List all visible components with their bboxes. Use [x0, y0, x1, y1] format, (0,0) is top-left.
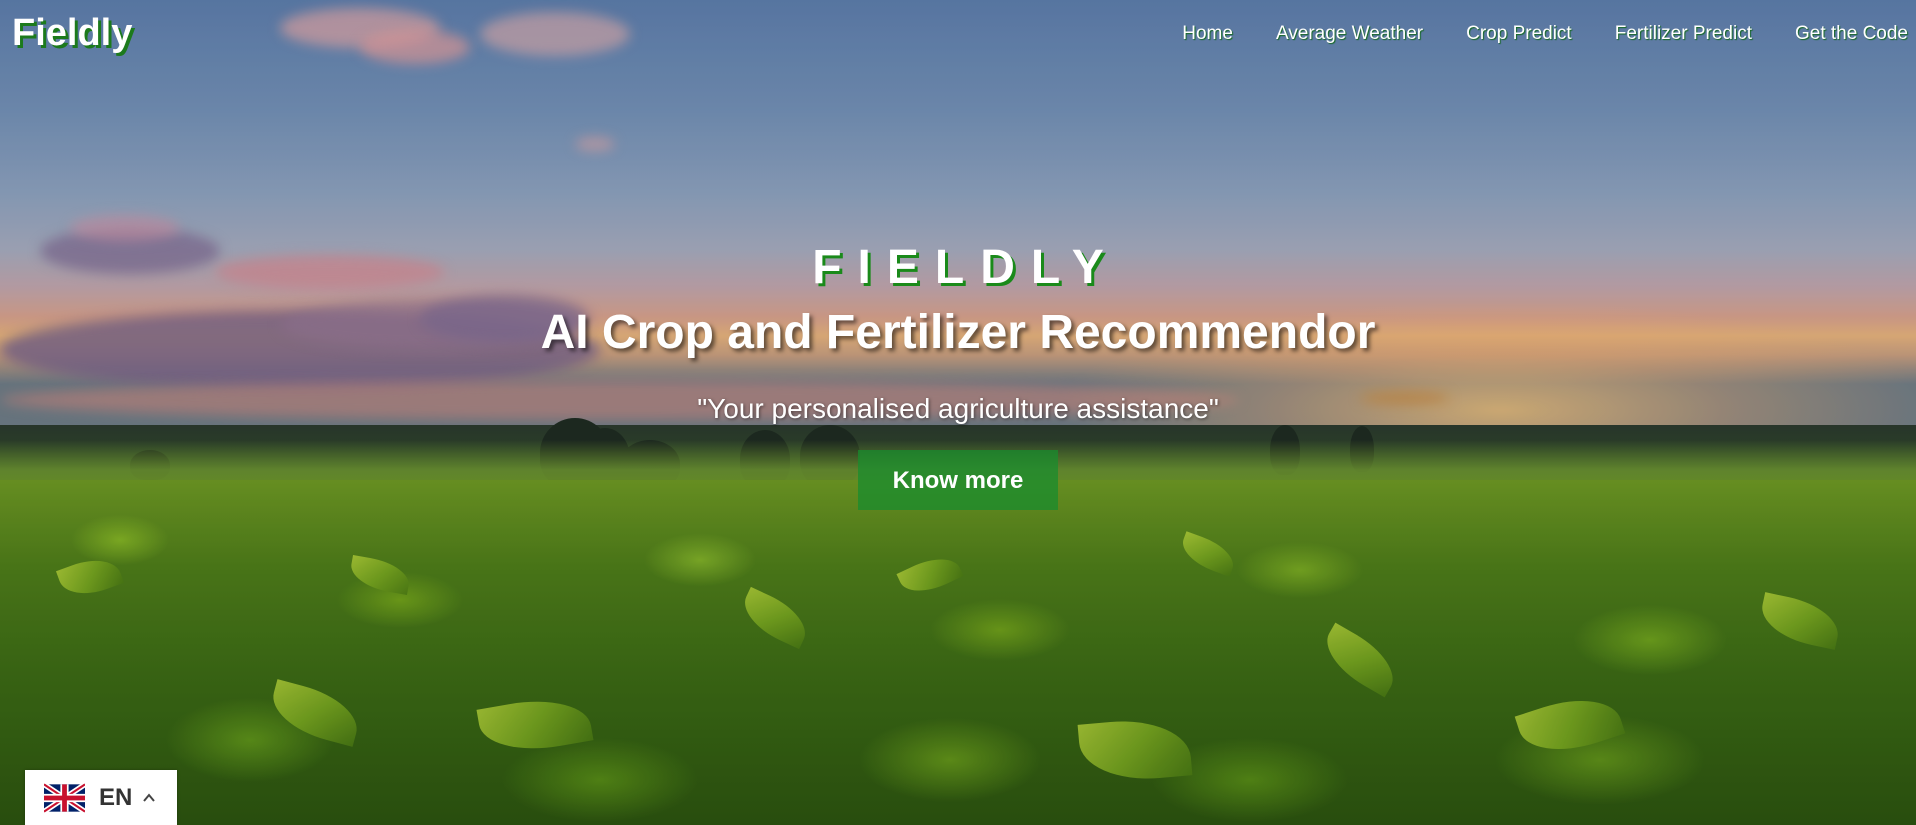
- hero-subtitle: "Your personalised agriculture assistanc…: [697, 393, 1219, 424]
- nav-link-average-weather[interactable]: Average Weather: [1276, 23, 1423, 45]
- uk-flag-icon: [44, 782, 85, 813]
- nav-link-home[interactable]: Home: [1182, 23, 1233, 45]
- language-selector[interactable]: EN: [25, 770, 177, 825]
- nav-link-crop-predict[interactable]: Crop Predict: [1466, 23, 1572, 45]
- know-more-button[interactable]: Know more: [858, 450, 1058, 510]
- hero-content: FIELDLY AI Crop and Fertilizer Recommend…: [0, 240, 1916, 510]
- hero-section: Fieldly Home Average Weather Crop Predic…: [0, 0, 1916, 825]
- language-code: EN: [99, 783, 133, 811]
- nav-links: Home Average Weather Crop Predict Fertil…: [1182, 23, 1908, 45]
- nav-link-get-the-code[interactable]: Get the Code: [1795, 23, 1908, 45]
- chevron-up-icon: [143, 792, 156, 802]
- hero-kicker: FIELDLY: [812, 241, 1120, 294]
- brand-logo[interactable]: Fieldly: [12, 12, 132, 55]
- hero-title: AI Crop and Fertilizer Recommendor: [540, 306, 1376, 359]
- nav-link-fertilizer-predict[interactable]: Fertilizer Predict: [1615, 23, 1752, 45]
- navbar: Fieldly Home Average Weather Crop Predic…: [0, 0, 1916, 70]
